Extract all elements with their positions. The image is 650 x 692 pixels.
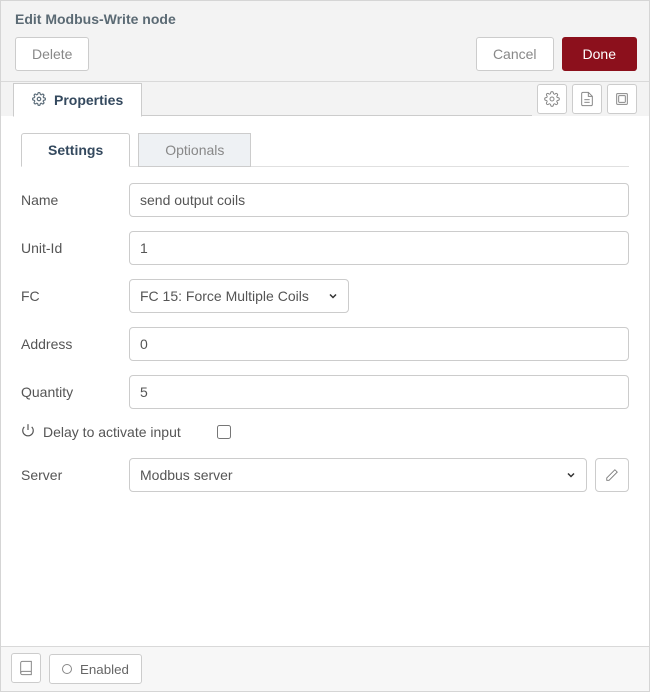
row-quantity: Quantity	[21, 375, 629, 409]
unit-id-label: Unit-Id	[21, 240, 129, 256]
enabled-toggle[interactable]: Enabled	[49, 654, 142, 684]
server-label: Server	[21, 467, 129, 483]
tab-properties[interactable]: Properties	[13, 83, 142, 117]
edit-server-button[interactable]	[595, 458, 629, 492]
node-settings-button[interactable]	[537, 84, 567, 114]
node-help-button[interactable]	[11, 653, 41, 683]
cancel-button[interactable]: Cancel	[476, 37, 554, 71]
power-icon	[21, 423, 35, 440]
header-button-row: Delete Cancel Done	[15, 37, 637, 71]
tabs-spacer	[142, 82, 532, 116]
address-label: Address	[21, 336, 129, 352]
name-input[interactable]	[129, 183, 629, 217]
quantity-input[interactable]	[129, 375, 629, 409]
tab-properties-label: Properties	[54, 92, 123, 108]
row-name: Name	[21, 183, 629, 217]
enabled-label: Enabled	[80, 662, 129, 677]
server-select[interactable]: Modbus server	[129, 458, 587, 492]
done-button[interactable]: Done	[562, 37, 637, 71]
fc-label: FC	[21, 288, 129, 304]
editor-tabs-row: Properties	[1, 82, 649, 116]
delay-label: Delay to activate input	[43, 424, 181, 440]
node-docs-button[interactable]	[572, 84, 602, 114]
inner-tabs: Settings Optionals	[21, 132, 629, 167]
row-address: Address	[21, 327, 629, 361]
unit-id-input[interactable]	[129, 231, 629, 265]
row-delay: Delay to activate input	[21, 423, 629, 440]
gear-icon	[32, 92, 46, 109]
row-unit-id: Unit-Id	[21, 231, 629, 265]
delete-button[interactable]: Delete	[15, 37, 89, 71]
pencil-icon	[605, 468, 619, 482]
node-editor-panel: Edit Modbus-Write node Delete Cancel Don…	[0, 0, 650, 692]
tab-optionals[interactable]: Optionals	[138, 133, 251, 167]
quantity-label: Quantity	[21, 384, 129, 400]
editor-footer: Enabled	[1, 646, 649, 691]
delay-checkbox[interactable]	[217, 425, 231, 439]
tab-settings[interactable]: Settings	[21, 133, 130, 167]
row-server: Server Modbus server	[21, 458, 629, 492]
editor-header: Edit Modbus-Write node Delete Cancel Don…	[1, 1, 649, 82]
editor-title: Edit Modbus-Write node	[15, 11, 637, 27]
row-fc: FC FC 15: Force Multiple Coils	[21, 279, 629, 313]
name-label: Name	[21, 192, 129, 208]
address-input[interactable]	[129, 327, 629, 361]
node-appearance-button[interactable]	[607, 84, 637, 114]
fc-select[interactable]: FC 15: Force Multiple Coils	[129, 279, 349, 313]
enabled-indicator-icon	[62, 664, 72, 674]
editor-body: Settings Optionals Name Unit-Id FC FC 15…	[1, 115, 649, 646]
